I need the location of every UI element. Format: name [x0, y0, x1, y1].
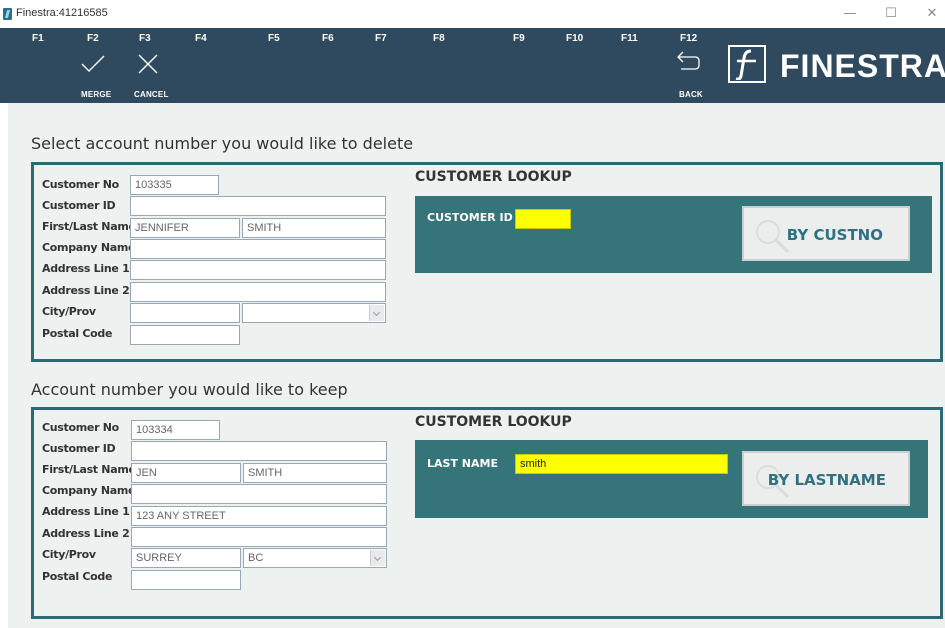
- lookup-by-custno-box: CUSTOMER ID BY CUSTNO: [415, 196, 932, 273]
- company-name-field[interactable]: [130, 239, 386, 259]
- postal-code-label: Postal Code: [42, 327, 113, 340]
- postal-code-field[interactable]: [131, 570, 241, 590]
- customer-no-label: Customer No: [42, 421, 119, 434]
- last-name-field[interactable]: SMITH: [243, 463, 387, 483]
- fkey-f3[interactable]: F3: [139, 33, 151, 44]
- customer-id-lookup-label: CUSTOMER ID: [427, 211, 513, 224]
- first-last-name-label: First/Last Name: [42, 220, 136, 233]
- delete-section-title: Select account number you would like to …: [31, 134, 414, 153]
- fkey-f6[interactable]: F6: [322, 33, 334, 44]
- customer-lookup-title: CUSTOMER LOOKUP: [415, 169, 572, 185]
- fkey-f4[interactable]: F4: [195, 33, 207, 44]
- postal-code-label: Postal Code: [42, 570, 113, 583]
- window-title: Finestra:41216585: [16, 7, 108, 19]
- fkey-f10[interactable]: F10: [566, 33, 583, 44]
- back-button[interactable]: BACK: [679, 90, 703, 99]
- province-value: BC: [248, 552, 264, 564]
- first-name-field[interactable]: JEN: [131, 463, 241, 483]
- first-name-field[interactable]: JENNIFER: [130, 218, 240, 238]
- fkey-f7[interactable]: F7: [375, 33, 387, 44]
- chevron-down-icon[interactable]: [370, 550, 385, 566]
- cancel-button[interactable]: CANCEL: [134, 90, 169, 99]
- company-name-label: Company Name: [42, 484, 136, 497]
- last-name-lookup-input[interactable]: smith: [515, 454, 728, 474]
- title-bar: Finestra:41216585 — ☐ ✕: [0, 0, 945, 28]
- address-line-2-label: Address Line 2: [42, 284, 130, 297]
- address-line-1-field[interactable]: [130, 260, 386, 280]
- finestra-logo-icon: [728, 45, 766, 83]
- by-lastname-label: BY LASTNAME: [767, 471, 886, 489]
- fkey-f1[interactable]: F1: [32, 33, 44, 44]
- lookup-by-lastname-box: LAST NAME smith BY LASTNAME: [415, 440, 928, 518]
- customer-id-label: Customer ID: [42, 199, 116, 212]
- address-line-1-field[interactable]: 123 ANY STREET: [131, 506, 387, 526]
- fkey-f9[interactable]: F9: [513, 33, 525, 44]
- customer-no-field[interactable]: 103335: [130, 175, 219, 195]
- fkey-f5[interactable]: F5: [268, 33, 280, 44]
- chevron-down-icon[interactable]: [369, 305, 384, 321]
- fkey-f2[interactable]: F2: [87, 33, 99, 44]
- company-name-label: Company Name: [42, 241, 136, 254]
- address-line-1-label: Address Line 1: [42, 262, 130, 275]
- fkey-f12[interactable]: F12: [680, 33, 697, 44]
- province-select[interactable]: BC: [243, 548, 387, 568]
- address-line-2-field[interactable]: [131, 527, 387, 547]
- app-icon: [3, 8, 12, 20]
- fkey-f8[interactable]: F8: [433, 33, 445, 44]
- city-field[interactable]: SURREY: [131, 548, 241, 568]
- checkmark-icon[interactable]: [80, 54, 106, 74]
- postal-code-field[interactable]: [130, 325, 240, 345]
- customer-no-field[interactable]: 103334: [131, 420, 220, 440]
- customer-id-field[interactable]: [131, 441, 387, 461]
- first-last-name-label: First/Last Name: [42, 463, 136, 476]
- customer-id-label: Customer ID: [42, 442, 116, 455]
- company-name-field[interactable]: [131, 484, 387, 504]
- last-name-field[interactable]: SMITH: [242, 218, 386, 238]
- function-key-toolbar: F1 F2 F3 F4 F5 F6 F7 F8 F9 F10 F11 F12 M…: [0, 28, 945, 103]
- maximize-button[interactable]: ☐: [881, 6, 901, 22]
- minimize-button[interactable]: —: [840, 6, 860, 22]
- by-custno-button[interactable]: BY CUSTNO: [742, 206, 910, 261]
- brand-name: FINESTRA: [780, 48, 945, 84]
- last-name-lookup-label: LAST NAME: [427, 457, 498, 470]
- city-prov-label: City/Prov: [42, 548, 96, 561]
- keep-section-title: Account number you would like to keep: [31, 380, 348, 399]
- province-select[interactable]: [242, 303, 386, 323]
- address-line-1-label: Address Line 1: [42, 505, 130, 518]
- city-prov-label: City/Prov: [42, 305, 96, 318]
- address-line-2-label: Address Line 2: [42, 527, 130, 540]
- city-field[interactable]: [130, 303, 240, 323]
- close-button[interactable]: ✕: [922, 6, 942, 22]
- customer-id-field[interactable]: [130, 196, 386, 216]
- merge-button[interactable]: MERGE: [81, 90, 111, 99]
- back-arrow-icon[interactable]: [675, 50, 701, 74]
- by-lastname-button[interactable]: BY LASTNAME: [742, 451, 910, 506]
- customer-lookup-title: CUSTOMER LOOKUP: [415, 414, 572, 430]
- address-line-2-field[interactable]: [130, 282, 386, 302]
- customer-no-label: Customer No: [42, 178, 119, 191]
- by-custno-label: BY CUSTNO: [786, 226, 883, 244]
- close-x-icon[interactable]: [137, 53, 159, 75]
- fkey-f11[interactable]: F11: [621, 33, 638, 44]
- customer-id-lookup-input[interactable]: [515, 209, 571, 229]
